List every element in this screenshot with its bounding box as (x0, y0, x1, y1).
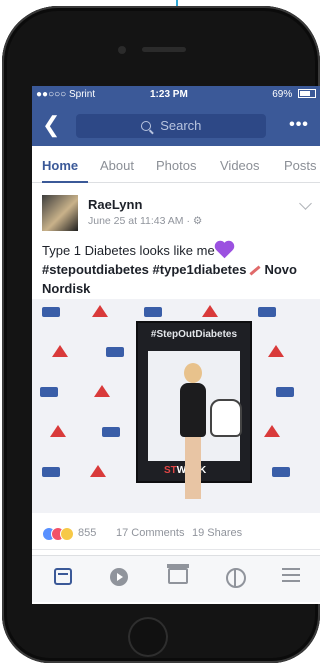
tab-home[interactable]: Home (42, 158, 78, 173)
post-text-line: Type 1 Diabetes looks like me (42, 243, 215, 258)
logo-icon (202, 305, 218, 317)
reactions-bar[interactable]: 855 17 Comments 19 Shares (32, 519, 320, 550)
news-feed-icon[interactable] (54, 568, 72, 585)
logo-icon (272, 467, 290, 477)
post-card: RaeLynn June 25 at 11:43 AM · ⚙ Type 1 D… (32, 183, 320, 604)
logo-icon (92, 305, 108, 317)
wow-reaction-icon (60, 527, 74, 541)
tab-videos[interactable]: Videos (220, 158, 260, 173)
facebook-header: ●●○○○ Sprint 1:23 PM 69% ❮ Search ••• (32, 86, 320, 146)
status-bar: ●●○○○ Sprint 1:23 PM 69% (32, 86, 320, 104)
phone-frame: ●●○○○ Sprint 1:23 PM 69% ❮ Search ••• Ho… (2, 6, 320, 663)
logo-icon (40, 387, 58, 397)
logo-icon (42, 467, 60, 477)
search-field[interactable]: Search (76, 114, 266, 138)
post-timestamp[interactable]: June 25 at 11:43 AM · ⚙ (88, 215, 202, 227)
logo-icon (90, 465, 106, 477)
battery-icon (298, 89, 316, 98)
logo-icon (144, 307, 162, 317)
battery-percent: 69% (272, 89, 293, 100)
logo-icon (102, 427, 120, 437)
logo-icon (50, 425, 66, 437)
chevron-down-icon[interactable] (299, 197, 312, 210)
person-legs (185, 437, 201, 499)
menu-icon[interactable] (282, 568, 300, 582)
more-options-button[interactable]: ••• (286, 112, 312, 138)
tab-about[interactable]: About (100, 158, 134, 173)
tab-photos[interactable]: Photos (156, 158, 196, 173)
avatar[interactable] (42, 195, 78, 231)
logo-icon (276, 387, 294, 397)
logo-icon (258, 307, 276, 317)
person-figure (176, 363, 210, 503)
comments-count[interactable]: 17 Comments (116, 527, 184, 539)
chevron-left-icon: ❮ (42, 112, 61, 137)
purple-heart-icon (216, 242, 232, 259)
shares-count[interactable]: 19 Shares (192, 527, 242, 539)
syringe-icon (249, 265, 262, 276)
hand-sign-icon (210, 399, 242, 437)
post-hashtags[interactable]: #stepoutdiabetes #type1diabetes (42, 262, 246, 277)
globe-icon[interactable] (226, 568, 246, 588)
post-photo[interactable]: #StepOutDiabetes STWALK (32, 299, 320, 513)
post-author[interactable]: RaeLynn (88, 197, 142, 212)
person-head (184, 363, 202, 383)
battery-indicator: 69% (272, 89, 316, 100)
phone-screen: ●●○○○ Sprint 1:23 PM 69% ❮ Search ••• Ho… (32, 86, 320, 604)
back-button[interactable]: ❮ (42, 110, 64, 140)
earpiece-speaker (142, 47, 186, 52)
logo-icon (106, 347, 124, 357)
reactions-count[interactable]: 855 (78, 527, 96, 539)
logo-icon (52, 345, 68, 357)
search-placeholder: Search (160, 118, 202, 133)
search-icon (140, 121, 151, 131)
post-text: Type 1 Diabetes looks like me #stepoutdi… (42, 241, 312, 298)
logo-icon (268, 345, 284, 357)
marketplace-icon[interactable] (167, 564, 189, 584)
person-dress (180, 383, 206, 437)
time-label: 1:23 PM (150, 89, 188, 100)
logo-icon (94, 385, 110, 397)
bottom-tab-bar (32, 555, 320, 602)
video-icon[interactable] (110, 568, 128, 586)
tab-posts[interactable]: Posts (284, 158, 317, 173)
logo-icon (264, 425, 280, 437)
home-button[interactable] (128, 617, 168, 657)
carrier-label: ●●○○○ Sprint (36, 89, 96, 100)
page-tabs: Home About Photos Videos Posts (32, 146, 320, 183)
frame-caption: #StepOutDiabetes (150, 329, 238, 340)
logo-icon (42, 307, 60, 317)
front-camera (118, 46, 126, 54)
